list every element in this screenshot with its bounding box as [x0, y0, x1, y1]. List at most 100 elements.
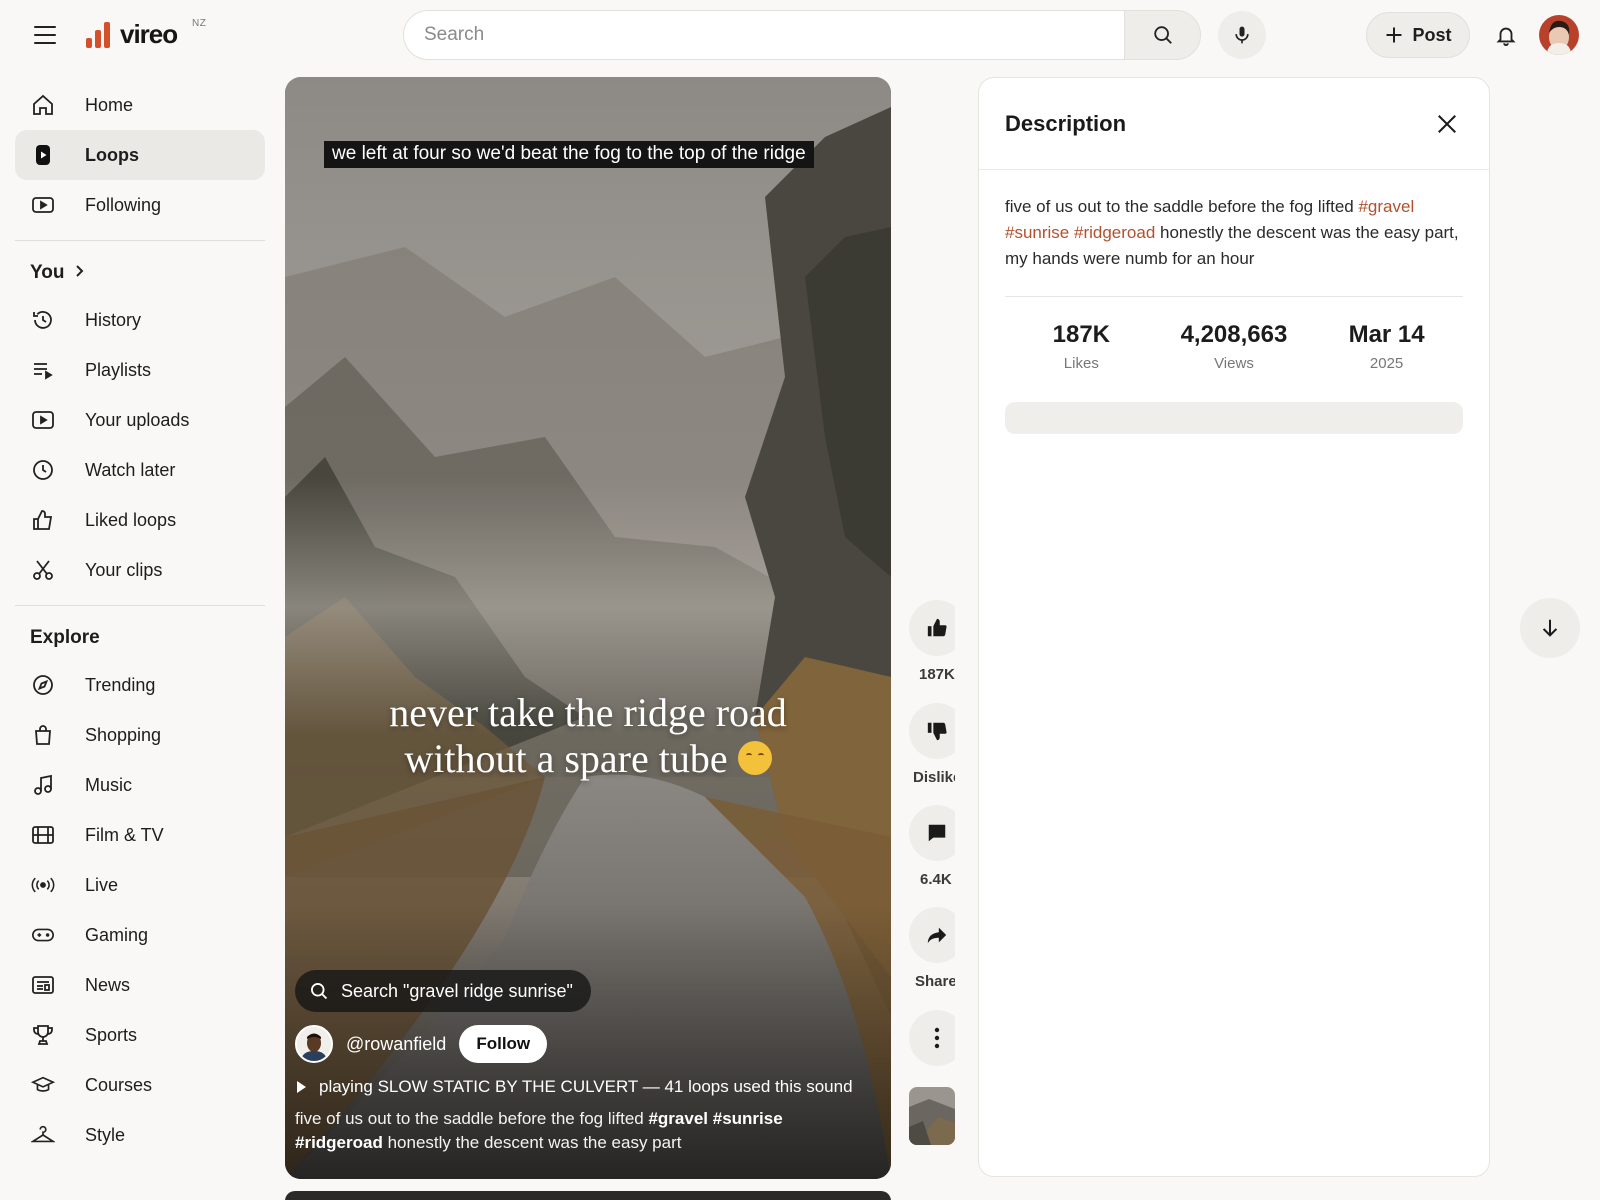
stat-views: 4,208,663 Views — [1158, 321, 1311, 372]
sidebar-section-you[interactable]: You — [15, 251, 265, 295]
section-heading: You — [30, 262, 65, 283]
follow-button[interactable]: Follow — [459, 1025, 548, 1063]
sidebar-item-trending[interactable]: Trending — [15, 660, 265, 710]
avatar[interactable] — [1539, 15, 1579, 55]
panel-header: Description — [979, 78, 1489, 170]
sidebar-item-label: Shopping — [85, 724, 162, 745]
voice-search-button[interactable] — [1218, 11, 1266, 59]
stat-value: 187K — [1052, 321, 1110, 348]
search-button[interactable] — [1124, 10, 1201, 60]
overlay-line-2: without a spare tube — [285, 736, 891, 782]
hashtag-link[interactable]: #ridgeroad — [1074, 223, 1155, 242]
dislike-button[interactable] — [909, 703, 955, 759]
video-player[interactable]: we left at four so we'd beat the fog to … — [285, 77, 891, 1179]
sweat-emoji-icon — [737, 741, 772, 775]
hashtag-link[interactable]: #sunrise — [713, 1109, 783, 1128]
sidebar-item-film-tv[interactable]: Film & TV — [15, 810, 265, 860]
creator-handle[interactable]: @rowanfield — [346, 1034, 446, 1055]
more-button[interactable] — [909, 1010, 955, 1066]
sidebar-item-label: Playlists — [85, 359, 152, 380]
sidebar-item-courses[interactable]: Courses — [15, 1060, 265, 1110]
sidebar-section-explore: Explore — [15, 616, 265, 660]
app-logo[interactable]: vireo NZ — [86, 18, 206, 48]
sidebar-item-your-uploads[interactable]: Your uploads — [15, 395, 265, 445]
stat-date: Mar 14 2025 — [1310, 321, 1463, 372]
hashtag-link[interactable]: #gravel — [648, 1109, 708, 1128]
sidebar-item-label: Watch later — [85, 459, 176, 480]
home-icon — [31, 93, 55, 117]
like-count: 187K — [919, 666, 955, 683]
sidebar-item-shopping[interactable]: Shopping — [15, 710, 265, 760]
hashtag-link[interactable]: #sunrise — [1005, 223, 1069, 242]
like-button[interactable] — [909, 600, 955, 656]
play-icon — [297, 1081, 306, 1093]
history-icon — [31, 308, 55, 332]
sidebar-item-live[interactable]: Live — [15, 860, 265, 910]
sidebar-item-news[interactable]: News — [15, 960, 265, 1010]
next-video-peek[interactable] — [285, 1191, 891, 1200]
description-text: five of us out to the saddle before the … — [1005, 197, 1359, 216]
sidebar-item-label: Loops — [85, 144, 139, 165]
overlay-line-2-text: without a spare tube — [404, 736, 728, 781]
related-search-chip[interactable]: Search "gravel ridge sunrise" — [295, 970, 591, 1012]
sidebar-item-gaming[interactable]: Gaming — [15, 910, 265, 960]
close-icon — [1438, 114, 1456, 133]
sound-thumbnail[interactable] — [909, 1087, 955, 1145]
hashtag-link[interactable]: #ridgeroad — [295, 1133, 383, 1152]
notifications-button[interactable] — [1492, 20, 1520, 50]
close-button[interactable] — [1431, 108, 1463, 140]
compass-icon — [31, 673, 55, 697]
more-vertical-icon — [934, 1027, 940, 1049]
post-label: Post — [1412, 24, 1452, 45]
bell-icon — [1496, 27, 1516, 46]
share-button[interactable] — [909, 907, 955, 963]
sidebar-item-home[interactable]: Home — [15, 80, 265, 130]
sidebar-item-label: History — [85, 309, 142, 330]
creator-avatar[interactable] — [295, 1025, 333, 1063]
comment-count: 6.4K — [920, 871, 952, 888]
sidebar-item-following[interactable]: Following — [15, 180, 265, 230]
sidebar-item-watch-later[interactable]: Watch later — [15, 445, 265, 495]
sidebar-item-loops[interactable]: Loops — [15, 130, 265, 180]
hashtag-link[interactable]: #gravel — [1358, 197, 1414, 216]
comment-icon — [928, 824, 946, 842]
news-icon — [31, 973, 55, 997]
sound-text: playing SLOW STATIC BY THE CULVERT — 41 … — [319, 1077, 853, 1096]
sidebar-item-label: Following — [85, 194, 162, 215]
post-button[interactable]: Post — [1366, 12, 1470, 58]
sidebar-item-liked-loops[interactable]: Liked loops — [15, 495, 265, 545]
menu-icon[interactable] — [34, 26, 56, 44]
sidebar: Home Loops Following You History Playlis… — [15, 80, 265, 1160]
search-icon — [1153, 26, 1172, 44]
video-caption-top: we left at four so we'd beat the fog to … — [324, 141, 814, 168]
sidebar-item-style[interactable]: Style — [15, 1110, 265, 1160]
stat-label: 2025 — [1369, 355, 1404, 372]
scissors-icon — [31, 558, 55, 582]
comment-action: 6.4K — [909, 805, 955, 888]
sound-link[interactable]: playing SLOW STATIC BY THE CULVERT — 41 … — [295, 1077, 853, 1097]
stat-label: Likes — [1063, 355, 1099, 372]
sidebar-item-sports[interactable]: Sports — [15, 1010, 265, 1060]
description-panel: Description five of us out to the saddle… — [978, 77, 1490, 1177]
comment-button[interactable] — [909, 805, 955, 861]
sidebar-item-history[interactable]: History — [15, 295, 265, 345]
overlay-line-1: never take the ridge road — [389, 690, 787, 735]
panel-divider — [1005, 296, 1463, 297]
description-text: five of us out to the saddle before the … — [295, 1109, 649, 1128]
thumbs-up-icon — [927, 618, 947, 637]
sidebar-item-music[interactable]: Music — [15, 760, 265, 810]
search-icon — [311, 983, 328, 1000]
video-frame — [285, 77, 891, 1179]
sidebar-item-label: Liked loops — [85, 509, 177, 530]
search-bar — [403, 10, 1201, 60]
sidebar-item-label: Gaming — [85, 924, 149, 945]
search-input[interactable] — [403, 10, 1124, 60]
sidebar-item-your-clips[interactable]: Your clips — [15, 545, 265, 595]
sidebar-item-label: Home — [85, 94, 134, 115]
share-action: Share — [909, 907, 955, 990]
next-video-button[interactable] — [1520, 598, 1580, 658]
loops-icon — [31, 143, 55, 167]
gamepad-icon — [31, 923, 55, 947]
sidebar-item-playlists[interactable]: Playlists — [15, 345, 265, 395]
description-text: honestly the descent was the easy part — [382, 1133, 682, 1152]
